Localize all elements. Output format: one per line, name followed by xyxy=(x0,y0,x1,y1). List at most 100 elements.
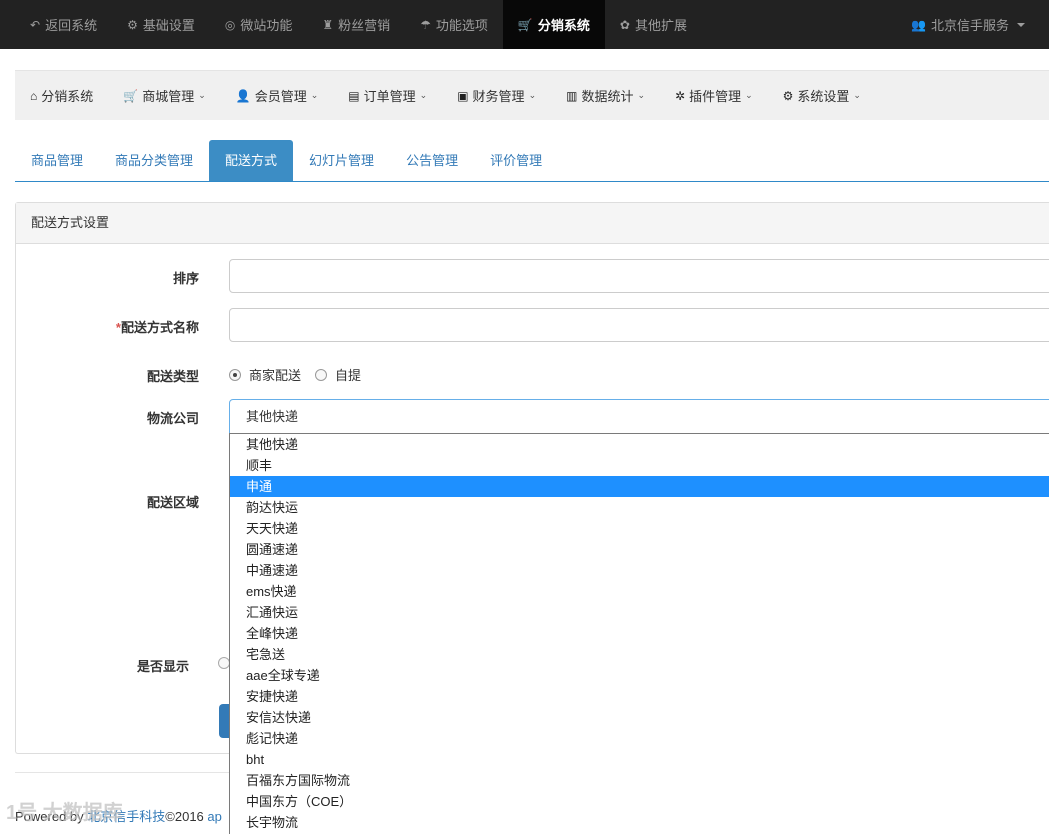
gear-icon: ⚙ xyxy=(782,88,794,103)
top-navbar: ↶ 返回系统 ⚙ 基础设置 ◎ 微站功能 ♜ 粉丝营销 ☂ 功能选项 🛒 分销系统 ✿ 其他扩展 👥 北京信手… xyxy=(0,0,1049,49)
menu-distribution-label: 分销系统 xyxy=(41,89,94,104)
logistics-option[interactable]: ems快递 xyxy=(230,581,1049,602)
chevron-down-icon: ⌄ xyxy=(310,90,319,100)
caret-down-icon xyxy=(1017,22,1025,27)
cubes-icon: ✲ xyxy=(675,88,686,103)
cart-icon: 🛒 xyxy=(123,88,139,103)
tab-notice[interactable]: 公告管理 xyxy=(390,140,474,181)
name-label: *配送方式名称 xyxy=(60,317,199,336)
topnav-function-options[interactable]: ☂ 功能选项 xyxy=(405,0,503,49)
footer-divider xyxy=(15,772,229,773)
money-icon: ▣ xyxy=(457,88,469,103)
tab-review[interactable]: 评价管理 xyxy=(474,140,558,181)
topnav-basic-settings-label: 基础设置 xyxy=(142,18,195,33)
footer-link[interactable]: ap xyxy=(207,809,221,824)
topnav-distribution-system-label: 分销系统 xyxy=(537,18,590,33)
gift-icon: ♜ xyxy=(322,17,334,32)
radio-merchant-delivery[interactable] xyxy=(229,368,241,381)
chevron-down-icon: ⌄ xyxy=(637,90,646,100)
undo-icon: ↶ xyxy=(30,17,41,32)
logistics-option[interactable]: bht xyxy=(230,749,1049,770)
tab-slides[interactable]: 幻灯片管理 xyxy=(293,140,390,181)
radio-merchant-delivery-label[interactable]: 商家配送 xyxy=(249,365,301,384)
logistics-option[interactable]: 中国东方（COE） xyxy=(230,791,1049,812)
menu-order[interactable]: ▤ 订单管理 ⌄ xyxy=(348,86,427,105)
logistics-option[interactable]: 顺丰 xyxy=(230,455,1049,476)
logistics-label: 物流公司 xyxy=(146,411,199,426)
topnav-fan-marketing[interactable]: ♜ 粉丝营销 xyxy=(307,0,405,49)
footer-company-link[interactable]: 北京信手科技 xyxy=(87,809,165,824)
menu-plugin-label: 插件管理 xyxy=(689,89,742,104)
menu-system-settings-label: 系统设置 xyxy=(797,89,850,104)
menu-system-settings[interactable]: ⚙ 系统设置 ⌄ xyxy=(783,86,861,105)
tab-category[interactable]: 商品分类管理 xyxy=(99,140,209,181)
radio-self-pickup[interactable] xyxy=(315,368,328,381)
logistics-option[interactable]: 天天快递 xyxy=(230,518,1049,539)
topnav-micro-site-label: 微站功能 xyxy=(240,18,293,33)
logistics-option[interactable]: aae全球专递 xyxy=(230,665,1049,686)
footer-copyright: ©2016 xyxy=(165,809,208,824)
logistics-option[interactable]: 申通 xyxy=(230,476,1049,497)
user-icon: 👤 xyxy=(235,88,251,103)
topnav-back-system[interactable]: ↶ 返回系统 xyxy=(0,0,112,49)
chevron-down-icon: ⌄ xyxy=(745,90,753,100)
tab-delivery[interactable]: 配送方式 xyxy=(209,140,294,181)
topnav-function-options-label: 功能选项 xyxy=(435,18,488,33)
logistics-option[interactable]: 安捷快递 xyxy=(230,686,1049,707)
topnav-other-extensions[interactable]: ✿ 其他扩展 xyxy=(605,0,702,49)
chevron-down-icon: ⌄ xyxy=(528,90,537,100)
logistics-option[interactable]: 安信达快递 xyxy=(230,707,1049,728)
module-menubar: ⌂ 分销系统 🛒 商城管理 ⌄ 👤 会员管理 ⌄ ▤ 订单管理 ⌄ ▣ 财务管理 ⌄ ▥ 数据统计 ⌄ ✲ 插件管理… xyxy=(15,70,1049,120)
menu-order-label: 订单管理 xyxy=(363,89,416,104)
lifebuoy-icon: ◎ xyxy=(224,17,236,32)
cubes-icon: ✿ xyxy=(619,17,630,32)
area-label: 配送区域 xyxy=(146,495,199,510)
menu-distribution[interactable]: ⌂ 分销系统 xyxy=(30,86,93,105)
logistics-option[interactable]: 韵达快运 xyxy=(230,497,1049,518)
topnav-fan-marketing-label: 粉丝营销 xyxy=(338,18,391,33)
name-input[interactable] xyxy=(229,308,1049,342)
file-icon: ▤ xyxy=(348,88,360,103)
topnav-back-system-label: 返回系统 xyxy=(45,18,98,33)
tab-bar: 商品管理 商品分类管理 配送方式 幻灯片管理 公告管理 评价管理 xyxy=(15,140,1049,182)
menu-member[interactable]: 👤 会员管理 ⌄ xyxy=(236,86,319,105)
users-icon: 👥 xyxy=(911,17,926,32)
logistics-option[interactable]: 中通速递 xyxy=(230,560,1049,581)
logistics-dropdown-list: 其他快递 顺丰 申通 韵达快运 天天快递 圆通速递 中通速递 ems快递 汇通快运 全峰快递 宅急送… xyxy=(229,433,1049,834)
menu-member-label: 会员管理 xyxy=(254,89,307,104)
menu-statistics[interactable]: ▥ 数据统计 ⌄ xyxy=(566,86,645,105)
footer-prefix: Powered by xyxy=(15,809,88,824)
sort-label: 排序 xyxy=(172,271,199,286)
logistics-option[interactable]: 全峰快递 xyxy=(230,623,1049,644)
menu-finance[interactable]: ▣ 财务管理 ⌄ xyxy=(457,86,536,105)
topnav-basic-settings[interactable]: ⚙ 基础设置 xyxy=(112,0,210,49)
radio-self-pickup-label[interactable]: 自提 xyxy=(335,365,361,384)
topnav-other-extensions-label: 其他扩展 xyxy=(634,18,687,33)
cart-icon: 🛒 xyxy=(517,17,533,32)
logistics-option[interactable]: 其他快递 xyxy=(230,434,1049,455)
show-label: 是否显示 xyxy=(136,659,189,674)
footer: Powered by 北京信手科技©2016 ap xyxy=(15,806,222,825)
chevron-down-icon: ⌄ xyxy=(853,90,861,100)
logistics-select[interactable]: 其他快递 xyxy=(229,399,1049,434)
topnav-distribution-system[interactable]: 🛒 分销系统 xyxy=(502,0,605,49)
menu-statistics-label: 数据统计 xyxy=(581,89,634,104)
logistics-option[interactable]: 宅急送 xyxy=(230,644,1049,665)
logistics-option[interactable]: 百福东方国际物流 xyxy=(230,770,1049,791)
user-menu[interactable]: 👥 北京信手服务 xyxy=(896,0,1049,49)
logistics-option[interactable]: 彪记快递 xyxy=(230,728,1049,749)
logistics-option[interactable]: 长宇物流 xyxy=(230,812,1049,833)
tab-product[interactable]: 商品管理 xyxy=(15,140,99,181)
bar-chart-icon: ▥ xyxy=(566,88,578,103)
umbrella-icon: ☂ xyxy=(420,17,431,32)
sort-input[interactable] xyxy=(229,259,1049,293)
menu-mall[interactable]: 🛒 商城管理 ⌄ xyxy=(123,86,206,105)
type-radio-group: 商家配送 自提 xyxy=(229,365,375,384)
menu-plugin[interactable]: ✲ 插件管理 ⌄ xyxy=(675,86,753,105)
topnav-micro-site[interactable]: ◎ 微站功能 xyxy=(210,0,308,49)
home-icon: ⌂ xyxy=(30,88,38,103)
menu-mall-label: 商城管理 xyxy=(142,89,195,104)
logistics-option[interactable]: 汇通快运 xyxy=(230,602,1049,623)
logistics-option[interactable]: 圆通速递 xyxy=(230,539,1049,560)
chevron-down-icon: ⌄ xyxy=(198,90,206,100)
